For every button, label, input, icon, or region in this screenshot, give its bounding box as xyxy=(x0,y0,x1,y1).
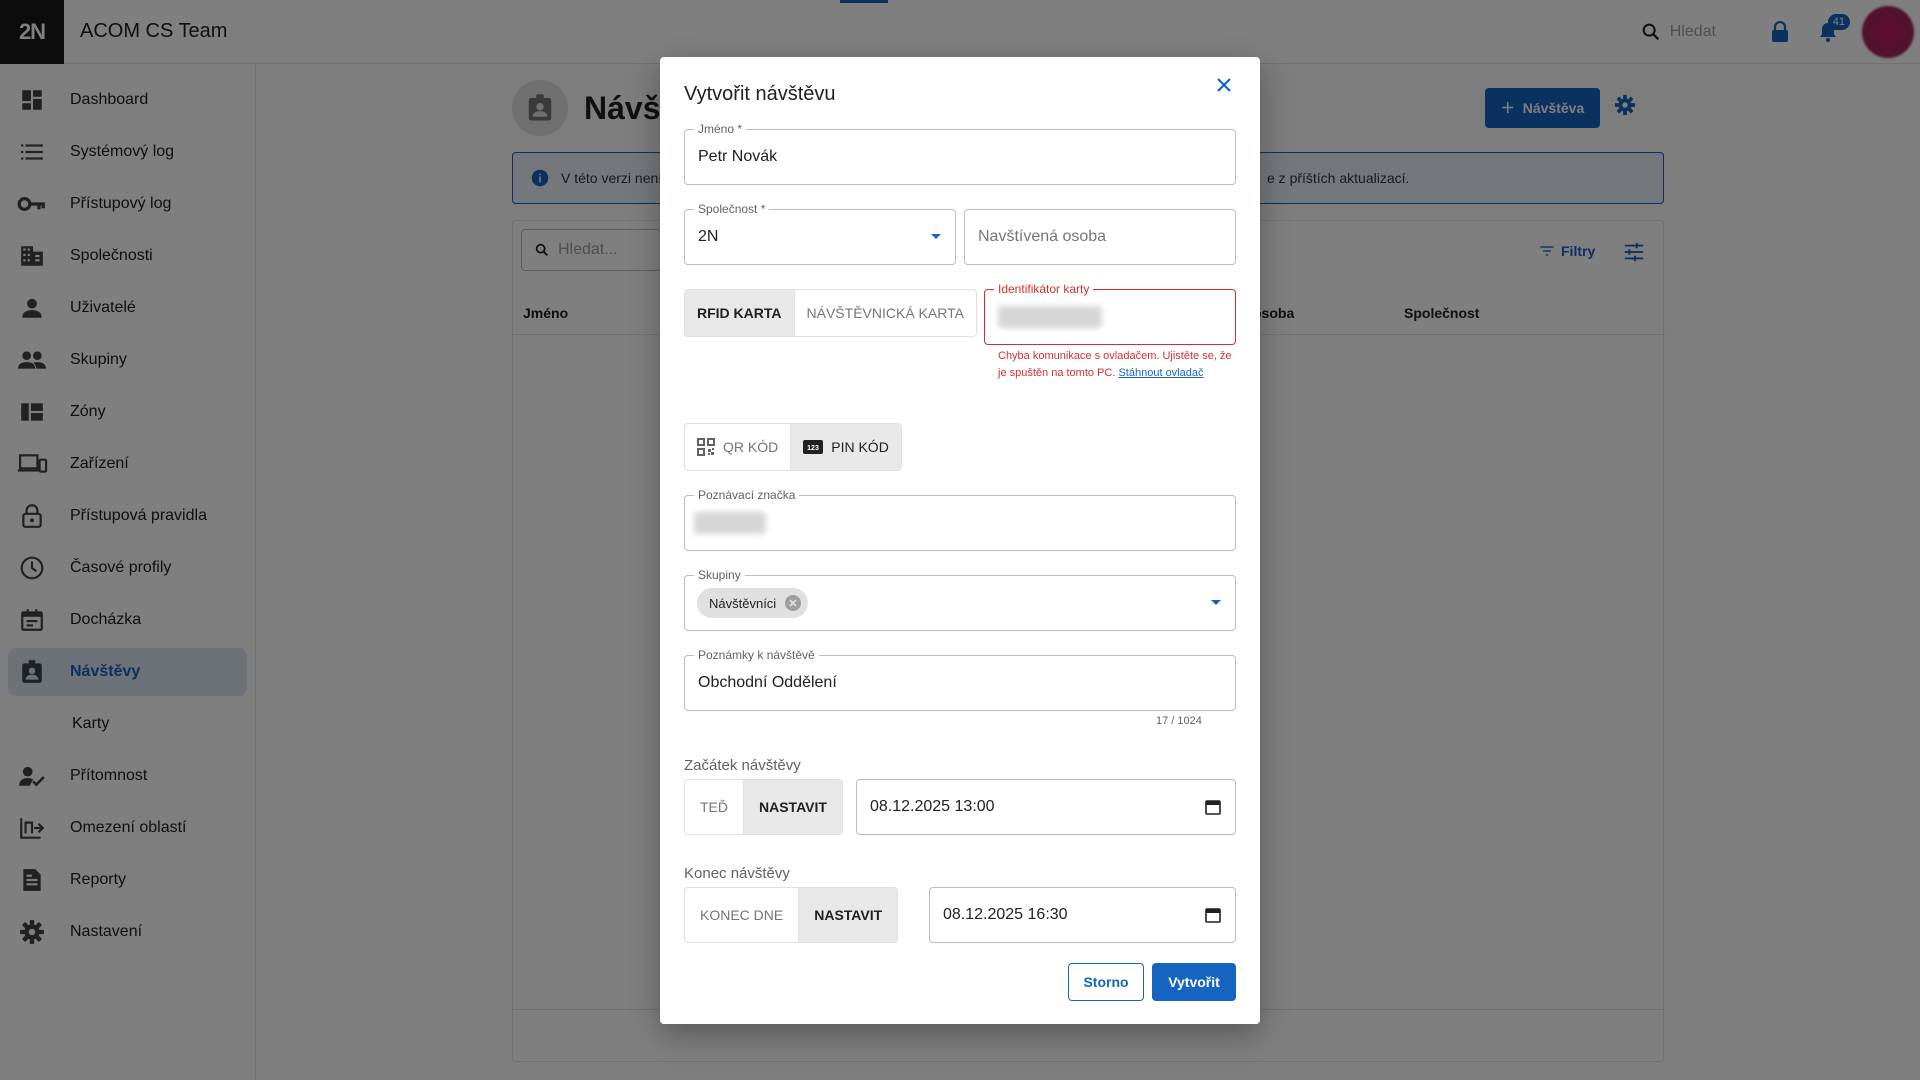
groups-select[interactable]: Skupiny Návštěvníci xyxy=(684,568,1236,631)
visit-start-datetime[interactable]: 08.12.2025 13:00 xyxy=(856,779,1236,835)
close-button[interactable] xyxy=(1216,77,1232,98)
close-icon xyxy=(1217,78,1231,92)
company-select-label: Společnost * xyxy=(694,202,770,216)
dialog-title: Vytvořit návštěvu xyxy=(684,83,836,105)
visit-notes-field[interactable]: Poznámky k návštěvě Obchodní Oddělení xyxy=(684,648,1236,711)
visit-end-datetime[interactable]: 08.12.2025 16:30 xyxy=(929,887,1236,943)
name-field-label: Jméno * xyxy=(694,122,747,136)
company-select-value: 2N xyxy=(698,228,719,245)
company-select[interactable]: Společnost * 2N xyxy=(684,202,956,265)
group-chip-label: Návštěvníci xyxy=(709,595,777,611)
visit-end-label: Konec návštěvy xyxy=(684,865,790,882)
qr-code-toggle[interactable]: QR KÓD xyxy=(685,424,792,470)
create-button[interactable]: Vytvořit xyxy=(1152,963,1236,1001)
start-set-button[interactable]: NASTAVIT xyxy=(744,780,842,834)
chip-remove-icon[interactable] xyxy=(784,594,802,612)
rfid-card-toggle[interactable]: RFID KARTA xyxy=(685,290,795,336)
code-type-toggle: QR KÓD 123 PIN KÓD xyxy=(684,423,902,471)
groups-select-label: Skupiny xyxy=(694,568,745,582)
group-chip: Návštěvníci xyxy=(697,588,809,618)
card-id-redacted-value xyxy=(998,306,1102,328)
calendar-icon[interactable] xyxy=(1205,799,1221,815)
visit-notes-value: Obchodní Oddělení xyxy=(698,674,837,691)
qr-code-label: QR KÓD xyxy=(723,439,779,455)
svg-text:123: 123 xyxy=(807,445,819,452)
card-id-label: Identifikátor karty xyxy=(994,282,1094,296)
license-plate-label: Poznávací značka xyxy=(694,488,800,502)
visit-notes-label: Poznámky k návštěvě xyxy=(694,648,819,662)
pin-code-icon: 123 xyxy=(803,440,824,454)
visited-person-field[interactable]: Navštívená osoba xyxy=(964,209,1236,265)
visit-start-value: 08.12.2025 13:00 xyxy=(870,798,995,815)
card-error-message: Chyba komunikace s ovladačem. Ujistěte s… xyxy=(998,348,1238,382)
visit-start-toggle: TEĎ NASTAVIT xyxy=(684,779,843,835)
end-set-button[interactable]: NASTAVIT xyxy=(799,888,898,942)
license-plate-redacted-value xyxy=(694,512,766,534)
chevron-down-icon xyxy=(931,234,941,239)
visitor-card-toggle[interactable]: NÁVŠTĚVNICKÁ KARTA xyxy=(795,290,976,336)
end-of-day-button[interactable]: KONEC DNE xyxy=(685,888,800,942)
chevron-down-icon xyxy=(1211,600,1221,605)
pin-code-toggle[interactable]: 123 PIN KÓD xyxy=(791,424,901,470)
visited-person-placeholder: Navštívená osoba xyxy=(978,228,1107,245)
visit-end-value: 08.12.2025 16:30 xyxy=(943,906,1068,923)
pin-code-label: PIN KÓD xyxy=(831,439,889,455)
cancel-button[interactable]: Storno xyxy=(1068,963,1144,1001)
visit-start-label: Začátek návštěvy xyxy=(684,757,801,774)
start-now-button[interactable]: TEĎ xyxy=(685,780,744,834)
card-type-toggle: RFID KARTA NÁVŠTĚVNICKÁ KARTA xyxy=(684,289,977,337)
create-visit-dialog: Vytvořit návštěvu Jméno * Petr Novák Spo… xyxy=(660,57,1260,1024)
visit-end-toggle: KONEC DNE NASTAVIT xyxy=(684,887,899,943)
calendar-icon[interactable] xyxy=(1205,907,1221,923)
qr-code-icon xyxy=(697,438,715,456)
name-field[interactable]: Jméno * Petr Novák xyxy=(684,122,1236,185)
name-field-value: Petr Novák xyxy=(698,148,778,165)
download-driver-link[interactable]: Stáhnout ovladač xyxy=(1118,367,1203,379)
character-counter: 17 / 1024 xyxy=(1156,715,1202,727)
card-id-field[interactable]: Identifikátor karty xyxy=(984,282,1236,345)
license-plate-field[interactable]: Poznávací značka xyxy=(684,488,1236,551)
